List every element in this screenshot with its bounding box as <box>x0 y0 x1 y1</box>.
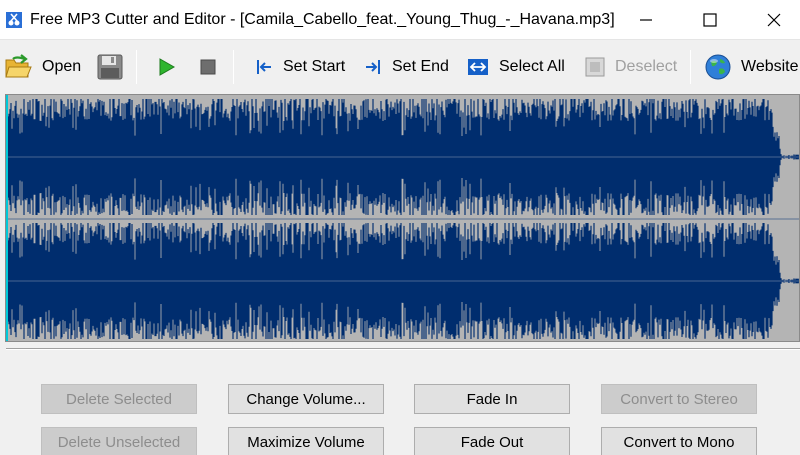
set-end-button[interactable]: Set End <box>364 40 449 94</box>
select-all-label: Select All <box>499 58 565 75</box>
close-icon <box>767 13 781 27</box>
maximize-icon <box>703 13 717 27</box>
close-button[interactable] <box>750 0 798 40</box>
app-icon <box>6 12 22 28</box>
select-all-icon <box>468 59 488 75</box>
title-bar: Free MP3 Cutter and Editor - [Camila_Cab… <box>0 0 800 40</box>
window-title: Free MP3 Cutter and Editor - [Camila_Cab… <box>30 11 615 28</box>
toolbar-separator <box>690 50 691 84</box>
minimize-button[interactable] <box>622 0 670 40</box>
fade-in-button[interactable]: Fade In <box>414 384 570 414</box>
save-button[interactable] <box>97 40 123 94</box>
open-label: Open <box>42 58 82 75</box>
play-icon <box>159 58 176 76</box>
play-button[interactable] <box>156 40 176 94</box>
maximize-button[interactable] <box>686 0 734 40</box>
select-all-button[interactable]: Select All <box>467 40 565 94</box>
fade-out-button[interactable]: Fade Out <box>414 427 570 455</box>
set-start-button[interactable]: Set Start <box>255 40 345 94</box>
toolbar-separator <box>233 50 234 84</box>
website-label: Website <box>741 58 799 75</box>
minimize-icon <box>640 19 652 21</box>
convert-to-stereo-button[interactable]: Convert to Stereo <box>601 384 757 414</box>
toolbar: Open Set Start Set End Select All Desele… <box>0 40 800 94</box>
website-button[interactable]: Website <box>705 40 799 94</box>
delete-selected-button[interactable]: Delete Selected <box>41 384 197 414</box>
convert-to-mono-button[interactable]: Convert to Mono <box>601 427 757 455</box>
waveform-graphic <box>6 95 799 341</box>
set-start-label: Set Start <box>283 58 346 75</box>
deselect-button[interactable]: Deselect <box>585 40 677 94</box>
maximize-volume-button[interactable]: Maximize Volume <box>228 427 384 455</box>
delete-unselected-button[interactable]: Delete Unselected <box>41 427 197 455</box>
stop-icon <box>200 59 216 75</box>
open-button[interactable]: Open <box>4 40 81 94</box>
toolbar-separator <box>136 50 137 84</box>
stop-button[interactable] <box>199 40 217 94</box>
change-volume-button[interactable]: Change Volume... <box>228 384 384 414</box>
globe-icon <box>705 54 731 80</box>
set-end-label: Set End <box>392 58 449 75</box>
panel-divider <box>6 348 800 350</box>
save-disk-icon <box>97 54 123 80</box>
deselect-icon <box>585 57 605 77</box>
open-folder-icon <box>5 54 32 78</box>
deselect-label: Deselect <box>615 58 678 75</box>
set-start-icon <box>257 60 271 74</box>
set-end-icon <box>366 60 380 74</box>
waveform-display[interactable] <box>5 94 800 342</box>
